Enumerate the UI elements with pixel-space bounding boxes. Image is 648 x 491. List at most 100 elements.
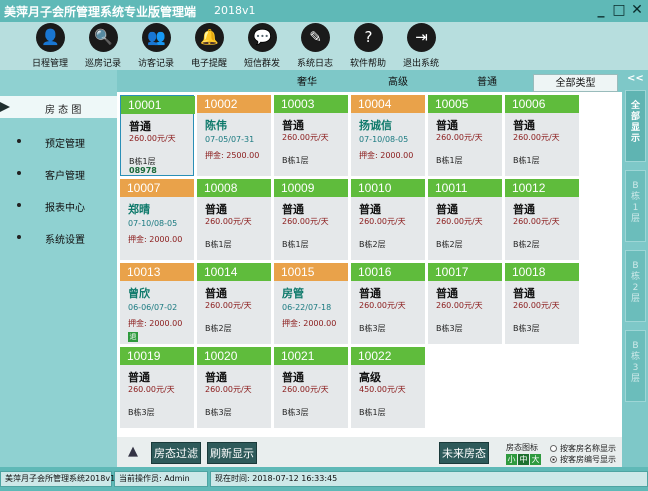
room-card[interactable]: 10013 曾欣 06-06/07-02 押金: 2000.00 退: [120, 263, 194, 344]
maximize-button[interactable]: □: [610, 2, 628, 19]
sidebar-item-label: 系统设置: [45, 235, 85, 246]
room-price: 260.00元/天: [513, 301, 560, 310]
checkout-badge: 退: [128, 332, 138, 342]
room-card[interactable]: 10005 普通 260.00元/天 B栋1层: [428, 95, 502, 176]
room-card[interactable]: 10006 普通 260.00元/天 B栋1层: [505, 95, 579, 176]
floor-tab-label: B栋2层: [630, 261, 640, 304]
sidebar-item[interactable]: 报表中心: [0, 194, 117, 216]
help-icon: ?: [354, 23, 383, 52]
toolbar-button[interactable]: 🔍 巡房记录: [77, 22, 129, 70]
collapse-toggle-icon[interactable]: <<: [627, 73, 644, 84]
room-type: 普通: [128, 371, 150, 384]
room-card[interactable]: 10021 普通 260.00元/天 B栋3层: [274, 347, 348, 428]
floor-tab[interactable]: B栋3层: [625, 330, 646, 402]
guest-name: 陈伟: [205, 119, 227, 132]
room-type: 普通: [513, 287, 535, 300]
sidebar-item[interactable]: 系统设置: [0, 226, 117, 248]
close-button[interactable]: ✕: [628, 2, 646, 19]
show-by-number-radio[interactable]: 按客房编号显示: [550, 454, 616, 465]
future-status-button[interactable]: 未来房态: [439, 442, 489, 464]
room-card[interactable]: 10009 普通 260.00元/天 B栋1层: [274, 179, 348, 260]
legend-title: 房态图标: [506, 443, 538, 452]
toolbar-button[interactable]: ? 软件帮助: [342, 22, 394, 70]
guest-name: 郑晴: [128, 203, 150, 216]
toolbar-button[interactable]: 💬 短信群发: [236, 22, 288, 70]
room-card[interactable]: 10007 郑晴 07-10/08-05 押金: 2000.00: [120, 179, 194, 260]
show-by-number-label: 按客房编号显示: [560, 455, 616, 464]
room-type: 普通: [205, 371, 227, 384]
room-card[interactable]: 10020 普通 260.00元/天 B栋3层: [197, 347, 271, 428]
room-number: 10008: [197, 179, 271, 197]
sidebar-item[interactable]: 预定管理: [0, 130, 117, 152]
room-type: 普通: [436, 287, 458, 300]
room-card[interactable]: 10002 陈伟 07-05/07-31 押金: 2500.00: [197, 95, 271, 176]
room-price: 260.00元/天: [282, 133, 329, 142]
room-type: 高级: [359, 371, 381, 384]
toolbar-button[interactable]: ⇥ 退出系统: [395, 22, 447, 70]
sidebar-item[interactable]: 客户管理: [0, 162, 117, 184]
deposit: 押金: 2000.00: [282, 319, 337, 328]
room-building: B栋2层: [359, 240, 386, 249]
room-card[interactable]: 10015 房管 06-22/07-18 押金: 2000.00: [274, 263, 348, 344]
floor-tab[interactable]: 全部显示: [625, 90, 646, 162]
filter-premium-tab[interactable]: 高级: [368, 74, 428, 92]
exit-icon: ⇥: [407, 23, 436, 52]
room-card[interactable]: 10014 普通 260.00元/天 B栋2层: [197, 263, 271, 344]
bell-icon: 🔔: [195, 23, 224, 52]
room-number: 10022: [351, 347, 425, 365]
show-by-name-radio[interactable]: 按客房名称显示: [550, 443, 616, 454]
toolbar-button[interactable]: ✎ 系统日志: [289, 22, 341, 70]
room-card[interactable]: 10012 普通 260.00元/天 B栋2层: [505, 179, 579, 260]
bullet-icon: [17, 139, 21, 143]
deposit: 押金: 2000.00: [128, 319, 183, 328]
room-card[interactable]: 10019 普通 260.00元/天 B栋3层: [120, 347, 194, 428]
filter-all-tab[interactable]: 全部类型: [533, 74, 618, 92]
toolbar-button-label: 退出系统: [402, 59, 439, 69]
toolbar-button[interactable]: 👤 日程管理: [24, 22, 76, 70]
room-card[interactable]: 10008 普通 260.00元/天 B栋1层: [197, 179, 271, 260]
refresh-button[interactable]: 刷新显示: [207, 442, 257, 464]
room-building: B栋3层: [282, 408, 309, 417]
icon-size-medium[interactable]: 中: [518, 454, 529, 465]
scroll-up-icon[interactable]: ▲: [122, 442, 144, 462]
room-price: 260.00元/天: [128, 385, 175, 394]
room-price: 260.00元/天: [282, 217, 329, 226]
floor-tabs: << 全部显示 B栋1层 B栋2层 B栋3层: [622, 70, 648, 467]
toolbar-button[interactable]: 👥 访客记录: [130, 22, 182, 70]
room-card[interactable]: 10018 普通 260.00元/天 B栋3层: [505, 263, 579, 344]
minimize-button[interactable]: _: [592, 2, 610, 19]
toolbar-button[interactable]: 🔔 电子提醒: [183, 22, 235, 70]
room-building: B栋1层: [513, 156, 540, 165]
floor-tab[interactable]: B栋1层: [625, 170, 646, 242]
room-card[interactable]: 10003 普通 260.00元/天 B栋1层: [274, 95, 348, 176]
room-card[interactable]: 10011 普通 260.00元/天 B栋2层: [428, 179, 502, 260]
room-card[interactable]: 10022 高级 450.00元/天 B栋1层: [351, 347, 425, 428]
room-type: 普通: [282, 203, 304, 216]
room-number: 10010: [351, 179, 425, 197]
room-card[interactable]: 10010 普通 260.00元/天 B栋2层: [351, 179, 425, 260]
room-card[interactable]: 10017 普通 260.00元/天 B栋3层: [428, 263, 502, 344]
room-building: B栋2层: [436, 240, 463, 249]
room-price: 260.00元/天: [359, 217, 406, 226]
room-filter-button[interactable]: 房态过滤: [151, 442, 201, 464]
deposit: 押金: 2500.00: [205, 151, 260, 160]
room-building: B栋3层: [128, 408, 155, 417]
filter-standard-tab[interactable]: 普通: [457, 74, 517, 92]
app-title: 美萍月子会所管理系统专业版管理端: [4, 5, 197, 19]
room-card[interactable]: 10004 扬诚信 07-10/08-05 押金: 2000.00: [351, 95, 425, 176]
room-card[interactable]: 10016 普通 260.00元/天 B栋3层: [351, 263, 425, 344]
room-number: 10014: [197, 263, 271, 281]
title-bar: 美萍月子会所管理系统专业版管理端 2018v1 _ □ ✕: [0, 0, 648, 22]
radio-off-icon: [550, 445, 557, 452]
room-building: B栋3层: [205, 408, 232, 417]
floor-tab[interactable]: B栋2层: [625, 250, 646, 322]
filter-luxury-tab[interactable]: 奢华: [277, 74, 337, 92]
room-type: 普通: [359, 287, 381, 300]
stay-dates: 07-10/08-05: [359, 135, 409, 144]
room-type: 普通: [436, 203, 458, 216]
icon-size-large[interactable]: 大: [530, 454, 541, 465]
icon-size-small[interactable]: 小: [506, 454, 517, 465]
sidebar-item[interactable]: 房 态 图: [0, 96, 117, 118]
room-card[interactable]: 10001 普通 260.00元/天 B栋1层 08978: [120, 95, 195, 176]
room-building: B栋3层: [513, 324, 540, 333]
